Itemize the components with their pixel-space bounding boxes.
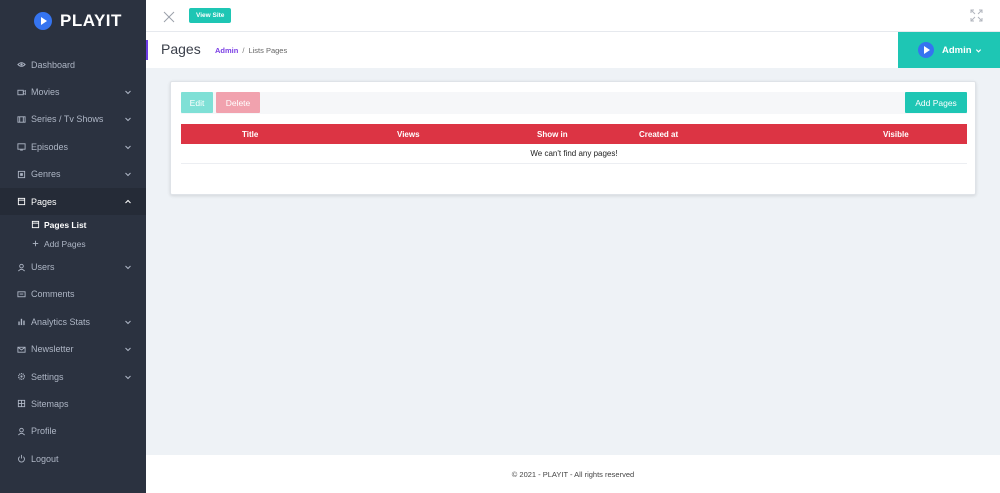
- footer: © 2021 - PLAYIT - All rights reserved: [146, 455, 1000, 493]
- sidebar-item-profile[interactable]: Profile: [0, 418, 146, 445]
- view-site-button[interactable]: View Site: [189, 8, 232, 23]
- sidebar-item-analytics[interactable]: Analytics Stats: [0, 308, 146, 335]
- sidebar-item-logout[interactable]: Logout: [0, 445, 146, 472]
- breadcrumb-admin-link[interactable]: Admin: [215, 46, 238, 55]
- breadcrumb-separator: /: [242, 46, 245, 55]
- play-icon: [34, 11, 52, 30]
- admin-user-name: Admin: [942, 44, 972, 56]
- chevron-down-icon: [124, 373, 132, 381]
- bookmark-icon: [16, 170, 26, 178]
- sidebar-item-episodes[interactable]: Episodes: [0, 133, 146, 160]
- power-icon: [16, 455, 26, 463]
- sidebar-subitem-add-pages[interactable]: Add Pages: [0, 234, 146, 253]
- breadcrumb: Admin / Lists Pages: [215, 46, 287, 55]
- sidebar-item-movies[interactable]: Movies: [0, 78, 146, 105]
- chevron-down-icon: [124, 88, 132, 96]
- add-pages-button[interactable]: Add Pages: [905, 92, 967, 113]
- sidebar-subitem-pages-list[interactable]: Pages List: [0, 215, 146, 234]
- browser-icon: [30, 221, 40, 229]
- column-header-created-at[interactable]: Created at: [639, 130, 678, 139]
- film-icon: [16, 115, 26, 123]
- sidebar-item-genres[interactable]: Genres: [0, 161, 146, 188]
- breadcrumb-current: Lists Pages: [248, 46, 288, 55]
- gear-icon: [16, 373, 26, 381]
- eye-icon: [16, 61, 26, 69]
- map-icon: [16, 400, 26, 408]
- column-header-title[interactable]: Title: [242, 130, 258, 139]
- column-header-show-in[interactable]: Show in: [537, 130, 568, 139]
- column-header-views[interactable]: Views: [397, 130, 420, 139]
- sidebar-item-newsletter[interactable]: Newsletter: [0, 336, 146, 363]
- chevron-down-icon: [124, 170, 132, 178]
- mail-icon: [16, 345, 26, 353]
- sidebar-item-dashboard[interactable]: Dashboard: [0, 51, 146, 78]
- avatar: [918, 42, 934, 58]
- pages-table: Title Views Show in Created at Visible W…: [181, 124, 967, 164]
- chevron-down-icon: [124, 143, 132, 151]
- chevron-down-icon: [975, 47, 982, 54]
- chevron-down-icon: [124, 263, 132, 271]
- plus-icon: [30, 240, 40, 248]
- browser-icon: [16, 198, 26, 206]
- admin-user-menu[interactable]: Admin: [898, 32, 1000, 68]
- pages-card: Edit Delete Add Pages Title Views Show i…: [170, 81, 976, 195]
- sidebar-item-comments[interactable]: Comments: [0, 281, 146, 308]
- edit-button[interactable]: Edit: [181, 92, 213, 113]
- footer-copyright: © 2021 - PLAYIT - All rights reserved: [511, 469, 635, 479]
- user-icon: [16, 263, 26, 271]
- sidebar-item-series[interactable]: Series / Tv Shows: [0, 106, 146, 133]
- comment-icon: [16, 290, 26, 298]
- tv-icon: [16, 143, 26, 151]
- fullscreen-icon[interactable]: [970, 9, 983, 22]
- sidebar-item-pages[interactable]: Pages: [0, 187, 146, 216]
- chevron-up-icon: [124, 198, 132, 206]
- person-icon: [16, 427, 26, 436]
- chevron-down-icon: [124, 318, 132, 326]
- table-toolbar: Edit Delete Add Pages: [181, 92, 967, 114]
- delete-button[interactable]: Delete: [216, 92, 260, 113]
- chevron-down-icon: [124, 345, 132, 353]
- sidebar-nav: Dashboard Movies Series / Tv Shows Episo…: [0, 51, 146, 472]
- brand-name: PLAYIT: [60, 10, 122, 30]
- column-header-visible[interactable]: Visible: [883, 130, 909, 139]
- logo[interactable]: PLAYIT: [0, 0, 146, 41]
- sidebar-item-sitemaps[interactable]: Sitemaps: [0, 390, 146, 417]
- bar-chart-icon: [16, 318, 26, 326]
- close-icon[interactable]: [163, 10, 175, 23]
- header-accent-bar: [146, 40, 148, 60]
- page-title: Pages: [161, 41, 201, 57]
- sidebar-item-settings[interactable]: Settings: [0, 363, 146, 390]
- sidebar: PLAYIT Dashboard Movies Series / Tv Show…: [0, 0, 146, 493]
- page-header: Pages Admin / Lists Pages Admin: [146, 32, 1000, 68]
- topbar: View Site: [146, 0, 1000, 32]
- table-empty-message: We can't find any pages!: [181, 144, 967, 164]
- chevron-down-icon: [124, 115, 132, 123]
- sidebar-item-users[interactable]: Users: [0, 253, 146, 280]
- table-header: Title Views Show in Created at Visible: [181, 124, 967, 144]
- video-icon: [16, 88, 26, 96]
